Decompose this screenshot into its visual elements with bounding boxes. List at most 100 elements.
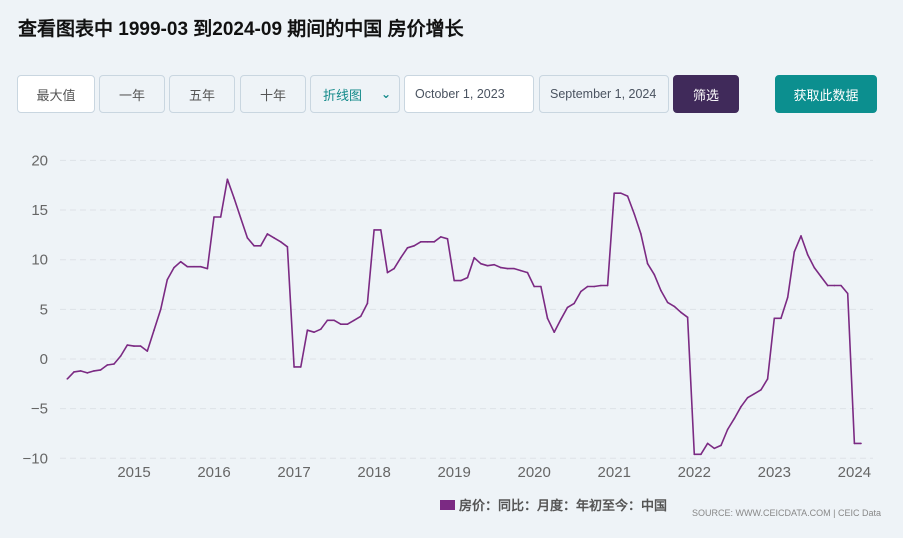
data-point xyxy=(266,233,269,235)
data-point xyxy=(306,329,309,332)
legend-swatch xyxy=(440,499,455,510)
x-tick-label: 2021 xyxy=(598,464,631,481)
data-point xyxy=(406,246,409,249)
data-point xyxy=(480,262,482,265)
data-point xyxy=(373,229,375,231)
data-point xyxy=(199,265,202,268)
data-point xyxy=(786,296,789,299)
data-point xyxy=(126,344,129,346)
data-point xyxy=(299,366,302,368)
data-point xyxy=(606,284,609,287)
y-tick-label: 15 xyxy=(31,202,48,219)
data-point xyxy=(433,241,435,243)
data-point xyxy=(186,265,189,268)
data-point xyxy=(193,265,195,268)
data-point xyxy=(826,284,829,287)
data-point xyxy=(313,331,315,333)
data-point xyxy=(153,329,155,332)
data-point xyxy=(346,323,349,326)
data-point xyxy=(780,317,782,320)
data-point xyxy=(353,319,355,322)
data-point xyxy=(259,244,262,247)
data-point xyxy=(566,306,569,309)
data-point xyxy=(139,345,142,347)
data-point xyxy=(279,241,282,243)
data-point xyxy=(333,319,335,322)
data-point xyxy=(366,302,369,305)
data-point xyxy=(586,285,589,288)
data-point xyxy=(359,315,362,318)
data-point xyxy=(86,372,89,374)
data-point xyxy=(413,244,415,247)
data-point xyxy=(546,317,549,320)
data-point xyxy=(473,256,475,259)
data-point xyxy=(626,195,629,197)
y-tick-label: 0 xyxy=(40,351,48,368)
data-point xyxy=(166,278,169,281)
data-point xyxy=(253,244,255,247)
data-point xyxy=(213,216,215,218)
data-point xyxy=(793,250,796,253)
data-point xyxy=(146,350,149,352)
y-tick-label: −5 xyxy=(31,401,48,418)
x-tick-label: 2023 xyxy=(758,464,791,481)
data-point xyxy=(379,229,382,231)
data-point xyxy=(159,308,162,311)
y-tick-label: 5 xyxy=(40,301,48,318)
data-point xyxy=(99,369,102,371)
data-point xyxy=(593,285,596,288)
chart-legend[interactable]: 房价：同比：月度：年初至今：中国 xyxy=(440,495,667,514)
data-point xyxy=(420,241,422,243)
data-point xyxy=(840,284,842,287)
line-chart: 20151050−5−102015 2016 2017 2018 2019 2020 202… xyxy=(23,152,873,481)
data-point xyxy=(773,317,776,320)
data-point xyxy=(533,285,535,288)
x-tick-label: 2016 xyxy=(197,464,230,481)
data-point xyxy=(800,235,802,237)
data-point xyxy=(633,213,636,215)
data-point xyxy=(760,388,762,391)
data-point xyxy=(713,447,716,450)
data-point xyxy=(726,428,729,431)
data-point xyxy=(560,318,562,321)
data-point xyxy=(513,267,515,270)
data-point xyxy=(833,284,836,287)
data-point xyxy=(740,405,742,408)
data-point xyxy=(733,417,736,420)
data-point xyxy=(246,237,249,239)
data-point xyxy=(273,237,275,239)
data-point xyxy=(700,453,702,456)
data-point xyxy=(620,192,622,194)
data-point xyxy=(660,289,662,292)
data-point xyxy=(486,264,489,267)
data-point xyxy=(440,236,442,238)
y-tick-label: 20 xyxy=(31,152,48,169)
data-point xyxy=(753,392,756,395)
data-point xyxy=(573,302,576,305)
data-point xyxy=(820,275,822,278)
data-point xyxy=(93,370,95,372)
data-point xyxy=(460,279,462,282)
data-point xyxy=(106,364,109,366)
data-point xyxy=(706,442,709,445)
data-point xyxy=(119,355,122,357)
data-point xyxy=(680,311,682,314)
data-point xyxy=(806,253,809,256)
data-point xyxy=(79,370,82,372)
x-tick-label: 2018 xyxy=(357,464,390,481)
data-point xyxy=(520,269,522,272)
x-tick-label: 2019 xyxy=(437,464,470,481)
data-point xyxy=(860,442,862,445)
data-point xyxy=(673,305,676,308)
data-point xyxy=(720,444,722,447)
data-point xyxy=(173,266,175,269)
data-point xyxy=(540,285,542,288)
data-point xyxy=(319,328,322,331)
data-point xyxy=(693,453,696,456)
data-point xyxy=(386,271,389,274)
data-point xyxy=(226,178,229,181)
data-point xyxy=(179,260,182,263)
data-point xyxy=(233,197,235,199)
y-tick-label: 10 xyxy=(31,252,48,269)
data-point xyxy=(613,192,616,194)
